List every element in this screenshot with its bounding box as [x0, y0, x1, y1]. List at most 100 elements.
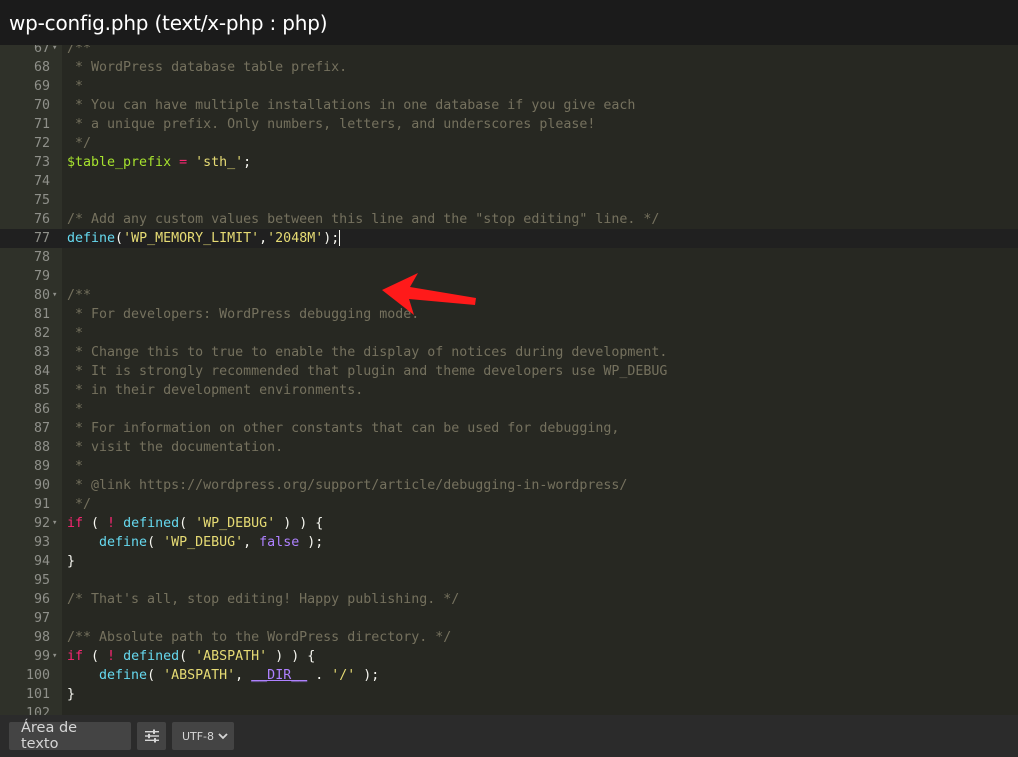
- code-text: $table_prefix = 'sth_';: [67, 153, 251, 172]
- line-number: 81: [33, 307, 50, 322]
- code-token: if: [67, 649, 84, 664]
- code-token: if: [67, 516, 84, 531]
- code-lines[interactable]: 67 ▾/** 68 * WordPress database table pref…: [0, 45, 1018, 715]
- code-line[interactable]: 91 */: [0, 495, 1018, 514]
- code-text: * @link https://wordpress.org/support/ar…: [67, 476, 627, 495]
- fold-toggle-icon[interactable]: ▾: [52, 286, 57, 305]
- code-line[interactable]: 100 define( 'ABSPATH', __DIR__ . '/' );: [0, 666, 1018, 685]
- code-line[interactable]: 67 ▾ /**: [0, 45, 1018, 58]
- code-line[interactable]: 86 *: [0, 400, 1018, 419]
- code-line[interactable]: 71 * a unique prefix. Only numbers, lett…: [0, 115, 1018, 134]
- code-token: * It is strongly recommended that plugin…: [67, 364, 668, 379]
- code-text: *: [67, 77, 83, 96]
- code-line[interactable]: 98 /** Absolute path to the WordPress dir…: [0, 628, 1018, 647]
- code-token: ,: [259, 231, 268, 246]
- code-line[interactable]: 72 */: [0, 134, 1018, 153]
- line-number: 102: [25, 706, 50, 715]
- code-token: defined: [123, 649, 180, 664]
- code-token: (: [115, 231, 124, 246]
- code-line[interactable]: 99 ▾ if ( ! defined( 'ABSPATH' ) ) {: [0, 647, 1018, 666]
- code-token: * visit the documentation.: [67, 440, 284, 455]
- code-line[interactable]: 76 /* Add any custom values between this …: [0, 210, 1018, 229]
- code-token: * a unique prefix. Only numbers, letters…: [67, 117, 596, 132]
- code-text: /**: [67, 286, 91, 305]
- code-line[interactable]: 93 define( 'WP_DEBUG', false );: [0, 533, 1018, 552]
- line-number: 90: [33, 478, 50, 493]
- line-number: 85: [33, 383, 50, 398]
- line-number: 67: [33, 45, 50, 56]
- code-line[interactable]: 82 *: [0, 324, 1018, 343]
- code-text: define( 'WP_DEBUG', false );: [67, 533, 323, 552]
- code-line[interactable]: 83 * Change this to true to enable the d…: [0, 343, 1018, 362]
- textarea-mode-button[interactable]: Área de texto: [9, 720, 131, 752]
- code-token: ;: [243, 155, 252, 170]
- code-line[interactable]: 102: [0, 704, 1018, 715]
- code-line[interactable]: 78: [0, 248, 1018, 267]
- line-number: 87: [33, 421, 50, 436]
- code-editor[interactable]: 67 ▾/** 68 * WordPress database table pref…: [0, 45, 1018, 715]
- code-text: * It is strongly recommended that plugin…: [67, 362, 667, 381]
- code-token: !: [107, 516, 116, 531]
- code-text: *: [67, 400, 83, 419]
- code-token: $table_prefix: [67, 155, 172, 170]
- code-line[interactable]: 69 *: [0, 77, 1018, 96]
- bottom-toolbar: Área de texto UTF-8: [0, 715, 1018, 757]
- code-line[interactable]: 90 * @link https://wordpress.org/support…: [0, 476, 1018, 495]
- code-line[interactable]: 97: [0, 609, 1018, 628]
- code-line[interactable]: 101}: [0, 685, 1018, 704]
- code-token: * For developers: WordPress debugging mo…: [67, 307, 420, 322]
- code-line[interactable]: 92 ▾ if ( ! defined( 'WP_DEBUG' ) ) {: [0, 514, 1018, 533]
- code-line[interactable]: 75: [0, 191, 1018, 210]
- code-line[interactable]: 88 * visit the documentation.: [0, 438, 1018, 457]
- code-token: ,: [243, 535, 260, 550]
- code-text: /**: [67, 45, 91, 58]
- line-number: 69: [33, 79, 50, 94]
- code-line[interactable]: 95: [0, 571, 1018, 590]
- fold-toggle-icon[interactable]: ▾: [52, 45, 57, 58]
- code-line[interactable]: 89 *: [0, 457, 1018, 476]
- code-token: ,: [235, 668, 252, 683]
- line-number: 75: [33, 193, 50, 208]
- code-line[interactable]: 73 $table_prefix = 'sth_';: [0, 153, 1018, 172]
- text-cursor: [339, 230, 341, 246]
- code-line[interactable]: 81 * For developers: WordPress debugging…: [0, 305, 1018, 324]
- code-token: 'WP_DEBUG': [163, 535, 244, 550]
- encoding-select[interactable]: UTF-8: [172, 722, 234, 750]
- code-token: *: [67, 79, 84, 94]
- code-token: (: [147, 668, 164, 683]
- line-number: 73: [33, 155, 50, 170]
- code-token: }: [67, 687, 76, 702]
- code-text: * WordPress database table prefix.: [67, 58, 347, 77]
- code-token: * WordPress database table prefix.: [67, 60, 348, 75]
- code-line[interactable]: 85 * in their development environments.: [0, 381, 1018, 400]
- line-number: 79: [33, 269, 50, 284]
- code-line[interactable]: 79: [0, 267, 1018, 286]
- code-token: ) ) {: [275, 516, 324, 531]
- code-line[interactable]: 77 define('WP_MEMORY_LIMIT','2048M');: [0, 229, 1018, 248]
- line-number: 89: [33, 459, 50, 474]
- code-line[interactable]: 70 * You can have multiple installations…: [0, 96, 1018, 115]
- code-line[interactable]: 80 ▾ /**: [0, 286, 1018, 305]
- fold-toggle-icon[interactable]: ▾: [52, 647, 57, 666]
- code-token: (: [179, 649, 196, 664]
- code-text: *: [67, 457, 83, 476]
- line-number: 83: [33, 345, 50, 360]
- line-number: 71: [33, 117, 50, 132]
- code-line[interactable]: 94}: [0, 552, 1018, 571]
- code-text: /* That's all, stop editing! Happy publi…: [67, 590, 459, 609]
- fold-toggle-icon[interactable]: ▾: [52, 514, 57, 533]
- code-token: (: [179, 516, 196, 531]
- code-text: define( 'ABSPATH', __DIR__ . '/' );: [67, 666, 379, 685]
- code-token: );: [299, 535, 324, 550]
- code-token: */: [67, 497, 92, 512]
- code-text: if ( ! defined( 'ABSPATH' ) ) {: [67, 647, 315, 666]
- settings-button[interactable]: [137, 722, 166, 750]
- code-line[interactable]: 87 * For information on other constants …: [0, 419, 1018, 438]
- code-line[interactable]: 84 * It is strongly recommended that plu…: [0, 362, 1018, 381]
- code-text: define('WP_MEMORY_LIMIT','2048M');: [67, 229, 341, 248]
- code-line[interactable]: 96 /* That's all, stop editing! Happy pub…: [0, 590, 1018, 609]
- line-number: 68: [33, 60, 50, 75]
- code-line[interactable]: 68 * WordPress database table prefix.: [0, 58, 1018, 77]
- code-line[interactable]: 74: [0, 172, 1018, 191]
